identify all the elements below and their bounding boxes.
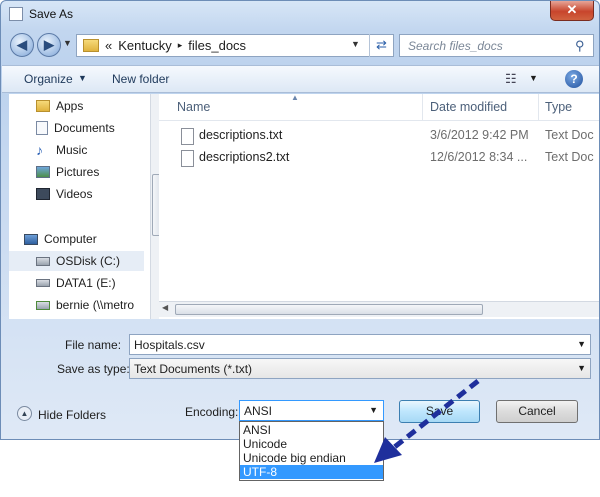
forward-arrow-icon: ▶: [44, 37, 54, 52]
nav-item-apps[interactable]: Apps: [9, 96, 144, 116]
breadcrumb-separator-icon[interactable]: ▸: [178, 40, 183, 51]
save-as-type-select[interactable]: Text Documents (*.txt) ▼: [129, 358, 591, 379]
file-row[interactable]: descriptions.txt 3/6/2012 9:42 PM Text D…: [159, 125, 599, 147]
nav-item-bernie[interactable]: bernie (\\metro: [9, 295, 144, 315]
file-name: descriptions.txt: [199, 128, 283, 142]
encoding-option-unicode-big-endian[interactable]: Unicode big endian: [240, 451, 383, 465]
encoding-value: ANSI: [244, 404, 273, 418]
text-file-icon: [181, 128, 194, 145]
videos-icon: [36, 188, 50, 200]
file-name-field[interactable]: Hospitals.csv ▼: [129, 334, 591, 355]
app-icon: [9, 7, 23, 21]
scroll-left-icon[interactable]: ◀: [162, 303, 168, 312]
nav-item-label: OSDisk (C:): [56, 254, 120, 268]
text-file-icon: [181, 150, 194, 167]
close-button[interactable]: ✕: [550, 1, 594, 21]
views-icon[interactable]: ☷: [505, 71, 517, 87]
column-header-type[interactable]: Type: [545, 100, 572, 114]
nav-item-label: DATA1 (E:): [56, 276, 116, 290]
nav-item-computer[interactable]: Computer: [9, 229, 144, 249]
encoding-option-ansi[interactable]: ANSI: [240, 423, 383, 437]
command-toolbar: Organize ▼ New folder ☷ ▼ ?: [2, 65, 599, 93]
organize-button[interactable]: Organize: [24, 72, 73, 86]
arrow-head: [374, 437, 402, 463]
encoding-dropdown-list: ANSI Unicode Unicode big endian UTF-8: [239, 421, 384, 481]
file-date: 3/6/2012 9:42 PM: [430, 128, 529, 142]
file-name-label: File name:: [65, 338, 122, 352]
search-box[interactable]: Search files_docs ⚲: [399, 34, 594, 57]
column-divider[interactable]: [538, 94, 539, 121]
drive-icon: [36, 279, 50, 287]
nav-item-label: Apps: [56, 99, 84, 113]
drive-icon: [36, 256, 50, 266]
new-folder-button[interactable]: New folder: [112, 72, 169, 86]
encoding-option-unicode[interactable]: Unicode: [240, 437, 383, 451]
horizontal-scroll-thumb[interactable]: [175, 304, 483, 315]
column-header-name[interactable]: Name: [177, 100, 210, 114]
refresh-icon: ⇄: [376, 37, 387, 52]
file-row[interactable]: descriptions2.txt 12/6/2012 8:34 ... Tex…: [159, 147, 599, 169]
search-input[interactable]: Search files_docs: [408, 39, 503, 53]
nav-item-documents[interactable]: Documents: [9, 118, 144, 138]
hide-folders-button[interactable]: Hide Folders: [38, 408, 106, 422]
address-prefix[interactable]: «: [105, 38, 112, 53]
chevron-down-icon[interactable]: ▼: [577, 339, 586, 349]
save-as-type-label: Save as type:: [57, 362, 130, 376]
nav-item-label: Computer: [44, 232, 97, 246]
breadcrumb-kentucky[interactable]: Kentucky: [118, 38, 171, 53]
nav-item-videos[interactable]: Videos: [9, 184, 144, 204]
nav-item-pictures[interactable]: Pictures: [9, 162, 144, 182]
navigation-pane: Apps Documents ♪ Music Pictures Videos C…: [9, 94, 164, 319]
nav-item-label: Videos: [56, 187, 93, 201]
address-bar[interactable]: « Kentucky ▸ files_docs: [76, 34, 394, 57]
nav-item-label: Music: [56, 143, 88, 157]
chevron-down-icon[interactable]: ▼: [78, 73, 87, 83]
nav-item-music[interactable]: ♪ Music: [9, 140, 144, 160]
column-divider[interactable]: [422, 94, 423, 121]
forward-button[interactable]: ▶: [37, 33, 61, 57]
nav-item-data1[interactable]: DATA1 (E:): [9, 273, 144, 293]
folder-icon: [36, 100, 50, 112]
window-title: Save As: [29, 7, 74, 21]
column-headers: Name ▲ Date modified Type: [159, 93, 599, 121]
file-type: Text Doc: [545, 150, 594, 164]
file-name: descriptions2.txt: [199, 150, 290, 164]
save-as-dialog: Save As ✕ ◀ ▶ ▼ « Kentucky ▸ files_docs …: [0, 0, 600, 440]
help-icon[interactable]: ?: [565, 70, 583, 88]
nav-item-label: bernie (\\metro: [56, 298, 135, 312]
computer-icon: [24, 233, 38, 245]
encoding-label: Encoding:: [185, 405, 239, 419]
pictures-icon: [36, 166, 50, 178]
nav-item-label: Documents: [54, 121, 115, 135]
hide-folders-icon[interactable]: ▲: [17, 406, 32, 421]
back-arrow-icon: ◀: [17, 37, 27, 52]
encoding-select[interactable]: ANSI ▼: [239, 400, 384, 421]
cancel-button[interactable]: Cancel: [496, 400, 578, 423]
back-button[interactable]: ◀: [10, 33, 34, 57]
file-date: 12/6/2012 8:34 ...: [430, 150, 528, 164]
history-dropdown-icon[interactable]: ▼: [63, 38, 72, 48]
views-dropdown-icon[interactable]: ▼: [529, 73, 538, 83]
chevron-down-icon[interactable]: ▼: [577, 363, 586, 373]
encoding-option-utf-8[interactable]: UTF-8: [240, 465, 383, 479]
sort-ascending-icon: ▲: [291, 93, 299, 102]
folder-icon: [83, 39, 99, 52]
search-icon[interactable]: ⚲: [575, 38, 585, 54]
network-drive-icon: [36, 300, 50, 310]
file-type: Text Doc: [545, 128, 594, 142]
nav-item-label: Pictures: [56, 165, 100, 179]
music-icon: ♪: [36, 142, 43, 158]
breadcrumb-files-docs[interactable]: files_docs: [188, 38, 246, 53]
file-name-value: Hospitals.csv: [134, 338, 205, 352]
nav-item-osdisk[interactable]: OSDisk (C:): [9, 251, 144, 271]
save-as-type-value: Text Documents (*.txt): [134, 362, 253, 376]
column-header-date-modified[interactable]: Date modified: [430, 100, 507, 114]
arrow-shaft: [390, 379, 480, 451]
address-dropdown-icon[interactable]: ▼: [351, 39, 365, 49]
refresh-button[interactable]: ⇄: [369, 34, 393, 57]
horizontal-scrollbar[interactable]: ◀: [159, 301, 599, 317]
documents-icon: [36, 121, 48, 135]
annotation-arrow-icon: [374, 379, 480, 463]
file-list: Name ▲ Date modified Type descriptions.t…: [159, 93, 599, 319]
